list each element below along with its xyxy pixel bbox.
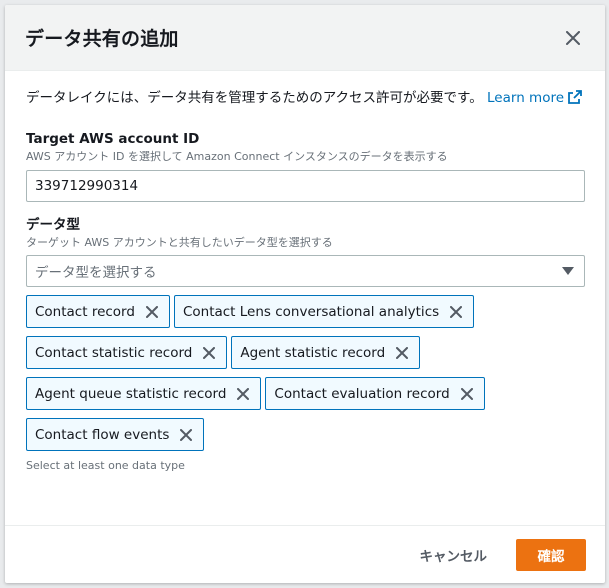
x-icon [237,387,250,400]
info-text: データレイクには、データ共有を管理するためのアクセス許可が必要です。 [26,90,483,106]
data-type-placeholder: データ型を選択する [35,265,157,281]
modal-footer: キャンセル 確認 [5,525,605,583]
modal-header: データ共有の追加 [5,5,605,71]
token-agent-statistic-record: Agent statistic record [231,336,421,369]
add-data-share-modal: データ共有の追加 データレイクには、データ共有を管理するためのアクセス許可が必要… [5,5,605,583]
remove-token-button[interactable] [456,383,478,405]
x-icon [450,305,463,318]
account-id-description: AWS アカウント ID を選択して Amazon Connect インスタンス… [26,150,448,163]
token-contact-lens: Contact Lens conversational analytics [173,295,475,328]
modal-title: データ共有の追加 [25,28,179,50]
constraint-text: Select at least one data type [26,459,185,472]
token-label: Contact Lens conversational analytics [182,303,440,320]
token-contact-evaluation-record: Contact evaluation record [265,377,485,410]
token-label: Contact flow events [35,426,170,443]
token-contact-statistic-record: Contact statistic record [26,336,228,369]
token-label: Contact record [35,303,135,320]
remove-token-button[interactable] [141,301,163,323]
data-type-select[interactable]: データ型を選択する [26,255,585,287]
token-label: Agent statistic record [240,344,386,361]
learn-more-link[interactable]: Learn more [487,90,582,106]
modal-body: データレイクには、データ共有を管理するためのアクセス許可が必要です。 Learn… [5,71,605,472]
learn-more-label: Learn more [487,90,565,106]
remove-token-button[interactable] [445,301,467,323]
close-button[interactable] [561,26,585,50]
info-text-block: データレイクには、データ共有を管理するためのアクセス許可が必要です。 Learn… [26,87,585,110]
token-agent-queue-statistic-record: Agent queue statistic record [26,377,262,410]
remove-token-button[interactable] [232,383,254,405]
account-id-input[interactable] [26,170,585,202]
token-label: Contact evaluation record [274,385,450,402]
token-contact-flow-events: Contact flow events [26,418,205,451]
close-icon [566,30,580,45]
data-type-label: データ型 [26,217,80,233]
caret-down-icon [562,267,574,275]
x-icon [460,387,473,400]
remove-token-button[interactable] [198,342,220,364]
external-link-icon [568,90,582,104]
account-id-label: Target AWS account ID [26,131,200,147]
token-contact-record: Contact record [26,295,170,328]
token-label: Contact statistic record [35,344,193,361]
remove-token-button[interactable] [391,342,413,364]
data-type-description: ターゲット AWS アカウントと共有したいデータ型を選択する [26,236,333,249]
x-icon [203,346,216,359]
x-icon [396,346,409,359]
selected-data-types: Contact record Contact Lens conversation… [26,295,586,459]
x-icon [180,428,193,441]
remove-token-button[interactable] [175,424,197,446]
token-label: Agent queue statistic record [35,385,227,402]
confirm-button[interactable]: 確認 [516,538,586,571]
cancel-button[interactable]: キャンセル [400,537,508,573]
x-icon [145,305,158,318]
